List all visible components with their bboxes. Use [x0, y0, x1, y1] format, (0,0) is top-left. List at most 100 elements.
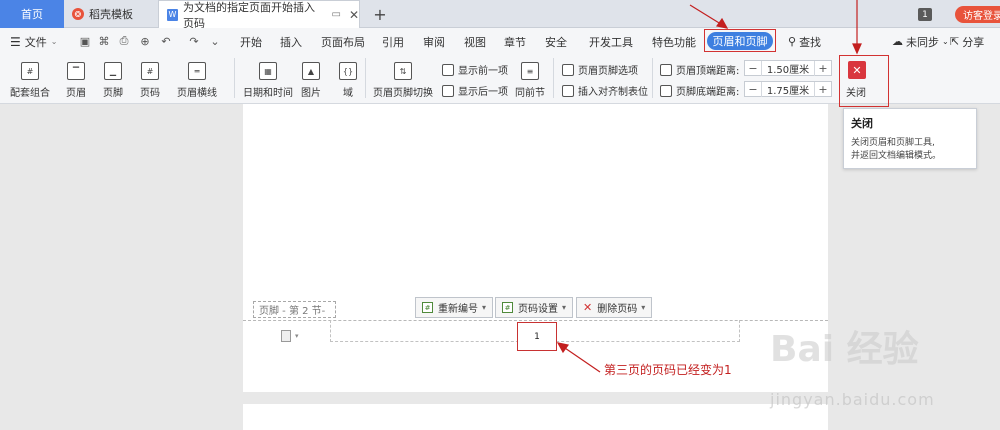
increase-button[interactable]: +: [815, 62, 831, 75]
footer-page-number[interactable]: 1: [517, 322, 557, 351]
word-doc-icon: W: [167, 8, 178, 21]
tooltip-description-line-2: 并返回文档编辑模式。: [851, 151, 942, 161]
undo-icon[interactable]: ↶: [159, 34, 173, 48]
tab-popout-icon[interactable]: ▭: [331, 9, 340, 20]
menu-features[interactable]: 特色功能: [652, 33, 696, 50]
decrease-button[interactable]: −: [745, 83, 761, 96]
menu-bar: ☰ 文件 ⌄ ▣ ⌘ ⎙ ⊕ ↶ ↷ ⌄ 开始 插入 页面布局 引用 审阅 视图…: [0, 28, 1000, 54]
close-icon[interactable]: ✕: [848, 61, 866, 79]
field-label: 域: [343, 88, 353, 99]
chevron-down-icon: ▾: [641, 303, 646, 312]
page-number-button[interactable]: # 页码: [140, 62, 160, 99]
match-combo-label: 配套组合: [10, 88, 50, 99]
print-icon[interactable]: ⎙: [117, 34, 131, 48]
menu-chapter[interactable]: 章节: [504, 33, 526, 50]
menu-start[interactable]: 开始: [240, 33, 262, 50]
show-previous-label: 显示前一项: [458, 66, 508, 77]
header-footer-switch-button[interactable]: ⇅ 页眉页脚切换: [373, 62, 433, 99]
insert-align-tab-button[interactable]: 插入对齐制表位: [562, 83, 648, 98]
same-as-previous-icon: ≡: [521, 62, 539, 80]
window-count-badge[interactable]: 1: [918, 8, 932, 21]
footer-label: 页脚: [103, 88, 123, 99]
header-footer-options-button[interactable]: 页眉页脚选项: [562, 62, 638, 77]
delete-x-icon: ✕: [583, 301, 593, 314]
daoke-logo-icon: ❂: [72, 8, 84, 20]
page-number-label: 页码: [140, 88, 160, 99]
options-icon: [562, 63, 574, 76]
header-icon: ▔: [67, 62, 85, 80]
search-menu[interactable]: ⚲ 查找: [788, 33, 821, 50]
document-next-page[interactable]: [243, 404, 828, 430]
share-button[interactable]: ⇱ 分享: [950, 33, 984, 50]
menu-security[interactable]: 安全: [545, 33, 567, 50]
calendar-icon: ▦: [259, 62, 277, 80]
share-icon: ⇱: [950, 35, 960, 48]
tab-home[interactable]: 首页: [0, 0, 64, 28]
header-top-distance-value[interactable]: 1.50厘米: [761, 60, 815, 76]
header-button[interactable]: ▔ 页眉: [66, 62, 86, 99]
page-number-settings-button[interactable]: # 页码设置 ▾: [495, 297, 574, 318]
tab-template[interactable]: ❂ 稻壳模板: [64, 0, 156, 28]
footer-bottom-distance-spinner[interactable]: − 1.75厘米 +: [744, 81, 832, 97]
quick-access-dropdown-icon[interactable]: ⌄: [208, 34, 222, 48]
switch-label: 页眉页脚切换: [373, 88, 433, 99]
ribbon-divider: [553, 58, 554, 98]
switch-icon: ⇅: [394, 62, 412, 80]
picture-button[interactable]: ▲ 图片: [301, 62, 321, 99]
footer-bottom-distance-value[interactable]: 1.75厘米: [761, 81, 815, 97]
show-previous-button[interactable]: 显示前一项: [442, 62, 508, 77]
header-top-distance-label: 页眉顶端距离:: [660, 62, 739, 77]
format-painter-icon[interactable]: ⌘: [97, 34, 111, 48]
chevron-down-icon: ▾: [562, 303, 567, 312]
page-settings-icon: #: [502, 302, 513, 313]
delete-page-number-button[interactable]: ✕ 删除页码 ▾: [576, 297, 653, 318]
footer-doc-icon[interactable]: [281, 330, 291, 342]
chevron-down-icon[interactable]: ▾: [295, 332, 299, 340]
file-menu-label: 文件: [24, 35, 47, 49]
search-label: 查找: [799, 35, 822, 49]
datetime-button[interactable]: ▦ 日期和时间: [243, 62, 293, 99]
menu-page-layout[interactable]: 页面布局: [321, 33, 365, 50]
tab-document[interactable]: W 为文档的指定页面开始插入页码 ▭ ✕: [158, 0, 360, 30]
menu-reference[interactable]: 引用: [382, 33, 404, 50]
close-tooltip: 关闭 关闭页眉和页脚工具, 并返回文档编辑模式。: [843, 108, 977, 169]
print-preview-icon[interactable]: ⊕: [138, 34, 152, 48]
menu-view[interactable]: 视图: [464, 33, 486, 50]
tab-close-icon[interactable]: ✕: [349, 8, 359, 22]
header-line-button[interactable]: ═ 页眉横线: [177, 62, 217, 99]
same-as-previous-button[interactable]: ≡ 同前节: [515, 62, 545, 99]
visitor-login-button[interactable]: 访客登录: [955, 6, 1000, 23]
cloud-icon: ☁: [892, 35, 903, 48]
menu-dev-tools[interactable]: 开发工具: [589, 33, 633, 50]
match-combo-icon: #: [21, 62, 39, 80]
align-tab-icon: [562, 84, 574, 97]
header-label: 页眉: [66, 88, 86, 99]
match-combo-button[interactable]: # 配套组合: [10, 62, 50, 99]
show-next-button[interactable]: 显示后一项: [442, 83, 508, 98]
increase-button[interactable]: +: [815, 83, 831, 96]
decrease-button[interactable]: −: [745, 62, 761, 75]
header-distance-icon: [660, 63, 672, 76]
footer-bottom-distance-label: 页脚底端距离:: [660, 83, 739, 98]
baidu-watermark-url: jingyan.baidu.com: [770, 390, 935, 409]
sync-status[interactable]: ☁ 未同步 ⌄: [892, 33, 949, 50]
save-icon[interactable]: ▣: [78, 34, 92, 48]
redo-icon[interactable]: ↷: [187, 34, 201, 48]
show-previous-icon: [442, 63, 454, 76]
sync-label: 未同步: [906, 35, 939, 49]
menu-insert[interactable]: 插入: [280, 33, 302, 50]
page-number-settings-label: 页码设置: [518, 304, 558, 315]
new-tab-button[interactable]: +: [370, 0, 390, 28]
header-top-distance-spinner[interactable]: − 1.50厘米 +: [744, 60, 832, 76]
file-menu[interactable]: ☰ 文件 ⌄: [10, 33, 57, 50]
footer-distance-icon: [660, 84, 672, 97]
renumber-label: 重新编号: [438, 304, 478, 315]
ribbon-divider: [652, 58, 653, 98]
field-button[interactable]: {} 域: [339, 62, 357, 99]
close-header-footer-button[interactable]: 关闭: [846, 84, 866, 99]
menu-review[interactable]: 审阅: [423, 33, 445, 50]
renumber-button[interactable]: # 重新编号 ▾: [415, 297, 494, 318]
picture-icon: ▲: [302, 62, 320, 80]
tooltip-description-line-1: 关闭页眉和页脚工具,: [851, 138, 935, 148]
footer-button[interactable]: ▁ 页脚: [103, 62, 123, 99]
